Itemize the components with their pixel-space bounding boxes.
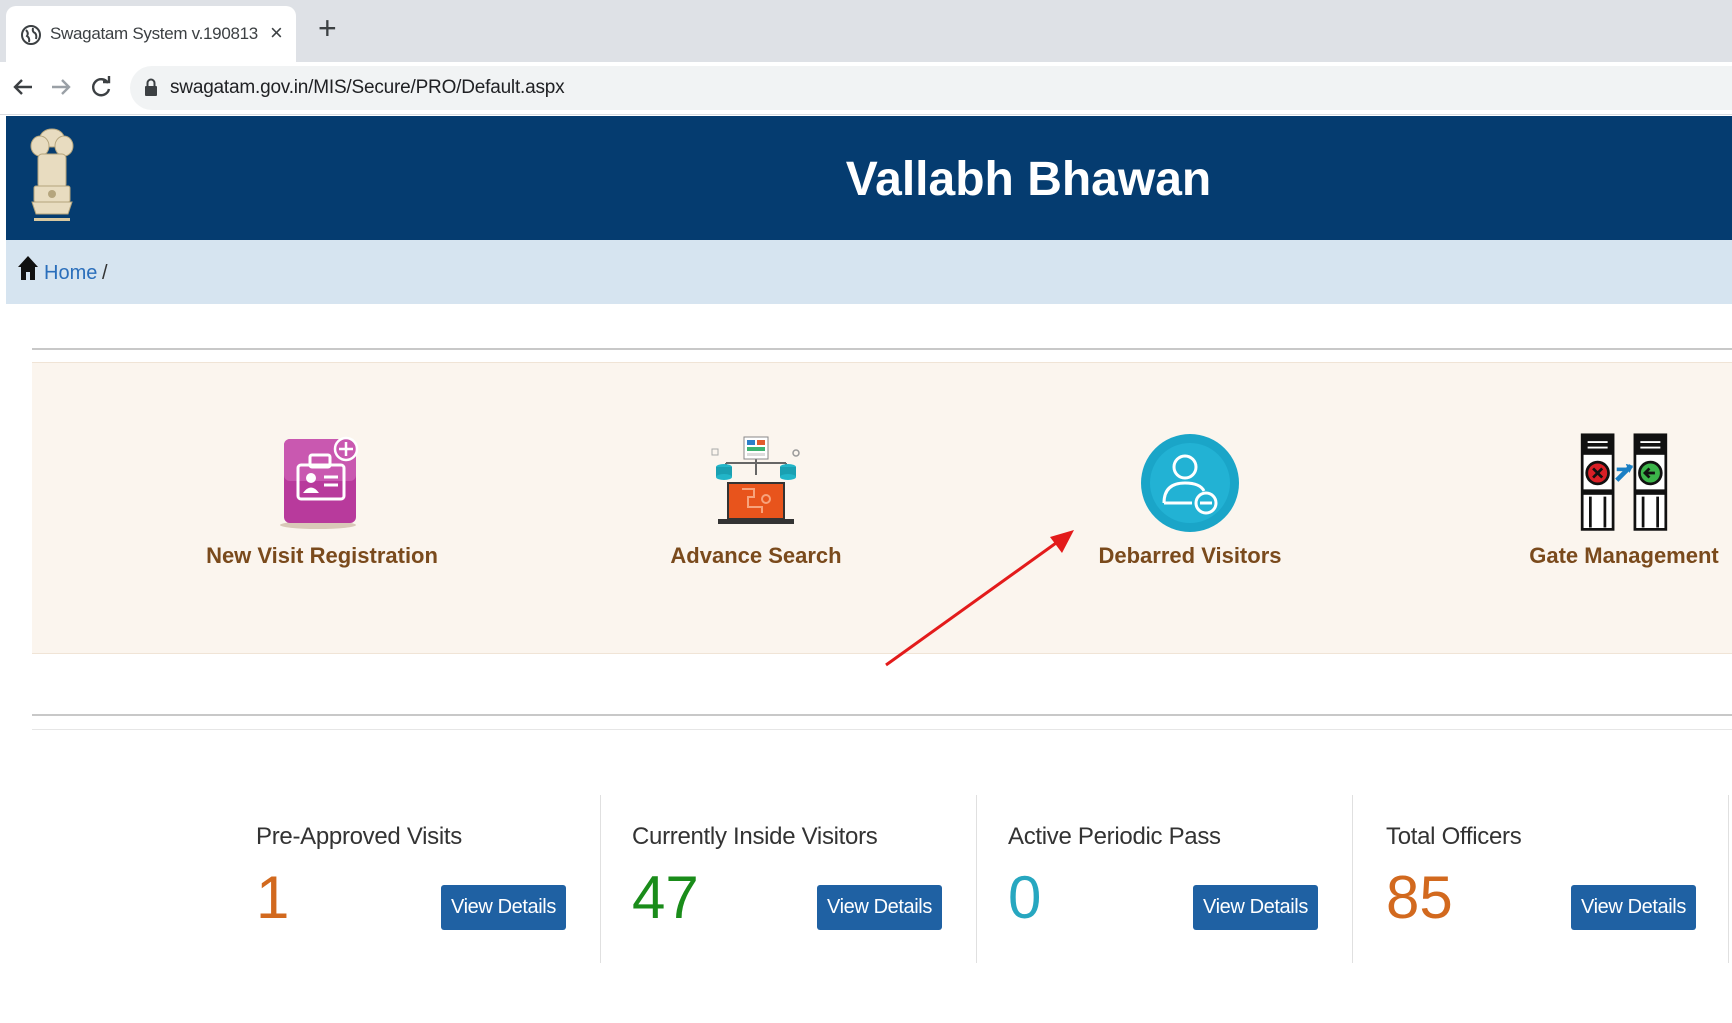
quick-link-gate-management[interactable]: Gate Management bbox=[1474, 423, 1732, 593]
home-icon[interactable] bbox=[16, 254, 40, 282]
tab-close-icon[interactable]: × bbox=[270, 20, 283, 46]
quick-link-label: Advance Search bbox=[670, 543, 842, 568]
browser-tab[interactable]: Swagatam System v.190813 × bbox=[6, 6, 296, 62]
lock-icon bbox=[145, 78, 157, 96]
stat-value: 1 bbox=[256, 864, 290, 931]
stat-label: Currently Inside Visitors bbox=[632, 823, 878, 850]
view-details-button[interactable]: View Details bbox=[1571, 885, 1696, 930]
annotation-arrow bbox=[885, 530, 1074, 667]
globe-icon bbox=[21, 25, 41, 45]
stat-value: 47 bbox=[632, 864, 699, 931]
breadcrumb: Home / bbox=[6, 240, 1732, 304]
divider bbox=[32, 729, 1732, 730]
stat-label: Total Officers bbox=[1386, 823, 1522, 850]
new-tab-icon[interactable]: + bbox=[318, 12, 337, 44]
view-details-button[interactable]: View Details bbox=[817, 885, 942, 930]
page-title: Vallabh Bhawan bbox=[845, 153, 1212, 206]
back-icon[interactable] bbox=[8, 72, 38, 102]
advance-search-icon bbox=[711, 436, 800, 524]
stat-label: Pre-Approved Visits bbox=[256, 823, 462, 850]
divider bbox=[32, 348, 1732, 350]
debarred-visitors-icon bbox=[1141, 434, 1239, 532]
stat-separator bbox=[600, 795, 601, 963]
forward-icon[interactable] bbox=[46, 72, 76, 102]
view-details-button[interactable]: View Details bbox=[1193, 885, 1318, 930]
reload-icon[interactable] bbox=[86, 72, 116, 102]
view-details-button[interactable]: View Details bbox=[441, 885, 566, 930]
stat-currently-inside-visitors: Currently Inside Visitors 47 View Detail… bbox=[632, 795, 1008, 963]
divider bbox=[32, 714, 1732, 716]
quick-link-advance-search[interactable]: Advance Search bbox=[606, 423, 906, 593]
site-header: Vallabh Bhawan bbox=[6, 116, 1732, 240]
stat-value: 0 bbox=[1008, 864, 1042, 931]
url-text: swagatam.gov.in/MIS/Secure/PRO/Default.a… bbox=[170, 77, 565, 98]
browser-tab-bar: Swagatam System v.190813 × + bbox=[0, 0, 1732, 62]
stat-pre-approved-visits: Pre-Approved Visits 1 View Details bbox=[256, 795, 632, 963]
quick-link-debarred-visitors[interactable]: Debarred Visitors bbox=[1040, 423, 1340, 593]
stat-value: 85 bbox=[1386, 864, 1453, 931]
stat-separator bbox=[1352, 795, 1353, 963]
browser-toolbar: swagatam.gov.in/MIS/Secure/PRO/Default.a… bbox=[0, 62, 1732, 115]
stat-total-officers: Total Officers 85 View Details bbox=[1386, 795, 1732, 963]
gate-management-icon bbox=[1580, 433, 1668, 531]
stat-active-periodic-pass: Active Periodic Pass 0 View Details bbox=[1008, 795, 1384, 963]
stat-separator bbox=[976, 795, 977, 963]
address-bar[interactable]: swagatam.gov.in/MIS/Secure/PRO/Default.a… bbox=[130, 66, 1732, 110]
quick-link-label: Gate Management bbox=[1529, 543, 1719, 568]
visit-registration-icon bbox=[280, 436, 359, 529]
quick-link-label: Debarred Visitors bbox=[1098, 543, 1282, 568]
breadcrumb-separator: / bbox=[102, 262, 108, 284]
stat-label: Active Periodic Pass bbox=[1008, 823, 1221, 850]
tab-title: Swagatam System v.190813 bbox=[50, 24, 258, 43]
stat-separator bbox=[1728, 795, 1729, 963]
quick-link-label: New Visit Registration bbox=[206, 543, 438, 568]
breadcrumb-home-link[interactable]: Home bbox=[44, 262, 97, 285]
quick-link-new-visit-registration[interactable]: New Visit Registration bbox=[172, 423, 472, 593]
